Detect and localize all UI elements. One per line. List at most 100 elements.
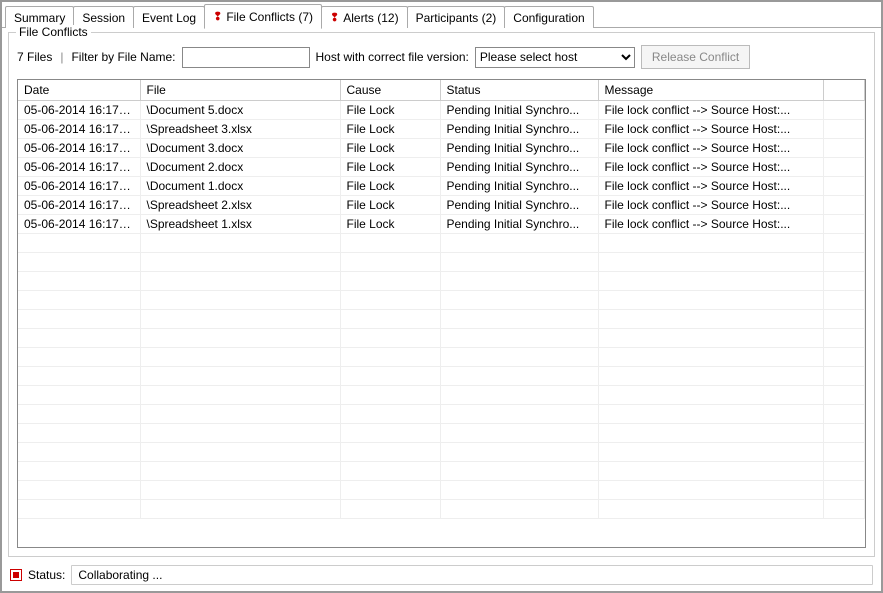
alert-icon: ❢ bbox=[213, 9, 222, 25]
table-row[interactable]: 05-06-2014 16:17:10\Spreadsheet 3.xlsxFi… bbox=[18, 120, 865, 139]
table-row[interactable]: 05-06-2014 16:17:10\Document 5.docxFile … bbox=[18, 101, 865, 120]
table-row-empty bbox=[18, 367, 865, 386]
table-row[interactable]: 05-06-2014 16:17:10\Document 3.docxFile … bbox=[18, 139, 865, 158]
cell-extra bbox=[823, 139, 865, 158]
tab-label: Event Log bbox=[142, 10, 196, 26]
toolbar: 7 Files | Filter by File Name: Host with… bbox=[9, 33, 874, 75]
table-row-empty bbox=[18, 500, 865, 519]
conflicts-table-wrap: Date File Cause Status Message 05-06-201… bbox=[17, 79, 866, 548]
cell-date: 05-06-2014 16:17:10 bbox=[18, 196, 140, 215]
table-row-empty bbox=[18, 386, 865, 405]
cell-file: \Document 1.docx bbox=[140, 177, 340, 196]
cell-cause: File Lock bbox=[340, 101, 440, 120]
col-header-message[interactable]: Message bbox=[598, 80, 823, 101]
cell-cause: File Lock bbox=[340, 120, 440, 139]
tab-label: Session bbox=[82, 10, 125, 26]
cell-date: 05-06-2014 16:17:10 bbox=[18, 215, 140, 234]
cell-date: 05-06-2014 16:17:10 bbox=[18, 120, 140, 139]
cell-file: \Spreadsheet 3.xlsx bbox=[140, 120, 340, 139]
cell-file: \Document 5.docx bbox=[140, 101, 340, 120]
filter-input[interactable] bbox=[182, 47, 310, 68]
status-indicator-icon bbox=[10, 569, 22, 581]
cell-date: 05-06-2014 16:17:10 bbox=[18, 139, 140, 158]
cell-cause: File Lock bbox=[340, 139, 440, 158]
cell-status: Pending Initial Synchro... bbox=[440, 101, 598, 120]
table-row-empty bbox=[18, 424, 865, 443]
table-row[interactable]: 05-06-2014 16:17:10\Spreadsheet 2.xlsxFi… bbox=[18, 196, 865, 215]
cell-message: File lock conflict --> Source Host:... bbox=[598, 196, 823, 215]
cell-status: Pending Initial Synchro... bbox=[440, 177, 598, 196]
host-select[interactable]: Please select host bbox=[475, 47, 635, 68]
cell-date: 05-06-2014 16:17:10 bbox=[18, 177, 140, 196]
table-row-empty bbox=[18, 329, 865, 348]
table-row-empty bbox=[18, 272, 865, 291]
table-row[interactable]: 05-06-2014 16:17:10\Document 2.docxFile … bbox=[18, 158, 865, 177]
cell-status: Pending Initial Synchro... bbox=[440, 158, 598, 177]
table-row-empty bbox=[18, 462, 865, 481]
table-row-empty bbox=[18, 291, 865, 310]
panel-title: File Conflicts bbox=[16, 25, 91, 39]
status-label: Status: bbox=[28, 568, 65, 582]
alert-icon: ❢ bbox=[330, 10, 339, 26]
tab-label: Alerts (12) bbox=[343, 10, 398, 26]
file-count-label: 7 Files bbox=[17, 50, 52, 64]
cell-message: File lock conflict --> Source Host:... bbox=[598, 101, 823, 120]
cell-message: File lock conflict --> Source Host:... bbox=[598, 120, 823, 139]
tab-event-log[interactable]: Event Log bbox=[133, 6, 205, 28]
tab-participants-2[interactable]: Participants (2) bbox=[407, 6, 506, 28]
status-value: Collaborating ... bbox=[71, 565, 873, 585]
table-row-empty bbox=[18, 310, 865, 329]
host-select-label: Host with correct file version: bbox=[316, 50, 469, 64]
table-row-empty bbox=[18, 443, 865, 462]
col-header-status[interactable]: Status bbox=[440, 80, 598, 101]
file-conflicts-panel: File Conflicts 7 Files | Filter by File … bbox=[8, 32, 875, 557]
table-row[interactable]: 05-06-2014 16:17:10\Spreadsheet 1.xlsxFi… bbox=[18, 215, 865, 234]
col-header-cause[interactable]: Cause bbox=[340, 80, 440, 101]
cell-cause: File Lock bbox=[340, 196, 440, 215]
cell-extra bbox=[823, 158, 865, 177]
table-body: 05-06-2014 16:17:10\Document 5.docxFile … bbox=[18, 101, 865, 519]
cell-extra bbox=[823, 196, 865, 215]
cell-date: 05-06-2014 16:17:10 bbox=[18, 101, 140, 120]
tab-label: Configuration bbox=[513, 10, 584, 26]
cell-message: File lock conflict --> Source Host:... bbox=[598, 177, 823, 196]
cell-extra bbox=[823, 177, 865, 196]
cell-status: Pending Initial Synchro... bbox=[440, 139, 598, 158]
cell-status: Pending Initial Synchro... bbox=[440, 196, 598, 215]
tab-label: Summary bbox=[14, 10, 65, 26]
cell-file: \Spreadsheet 1.xlsx bbox=[140, 215, 340, 234]
table-row-empty bbox=[18, 234, 865, 253]
release-conflict-button[interactable]: Release Conflict bbox=[641, 45, 750, 69]
table-row-empty bbox=[18, 481, 865, 500]
col-header-file[interactable]: File bbox=[140, 80, 340, 101]
tab-label: Participants (2) bbox=[416, 10, 497, 26]
cell-status: Pending Initial Synchro... bbox=[440, 215, 598, 234]
tab-configuration[interactable]: Configuration bbox=[504, 6, 593, 28]
cell-cause: File Lock bbox=[340, 158, 440, 177]
filter-label: Filter by File Name: bbox=[71, 50, 175, 64]
cell-message: File lock conflict --> Source Host:... bbox=[598, 215, 823, 234]
tab-file-conflicts-7[interactable]: ❢File Conflicts (7) bbox=[204, 4, 322, 29]
tab-bar: SummarySessionEvent Log❢File Conflicts (… bbox=[2, 4, 881, 28]
cell-cause: File Lock bbox=[340, 215, 440, 234]
cell-message: File lock conflict --> Source Host:... bbox=[598, 139, 823, 158]
cell-date: 05-06-2014 16:17:10 bbox=[18, 158, 140, 177]
cell-extra bbox=[823, 215, 865, 234]
status-bar: Status: Collaborating ... bbox=[2, 561, 881, 591]
toolbar-separator: | bbox=[60, 50, 63, 64]
tab-alerts-12[interactable]: ❢Alerts (12) bbox=[321, 6, 408, 28]
cell-file: \Document 2.docx bbox=[140, 158, 340, 177]
table-row-empty bbox=[18, 348, 865, 367]
cell-cause: File Lock bbox=[340, 177, 440, 196]
table-row-empty bbox=[18, 253, 865, 272]
table-header-row: Date File Cause Status Message bbox=[18, 80, 865, 101]
cell-file: \Document 3.docx bbox=[140, 139, 340, 158]
table-row-empty bbox=[18, 405, 865, 424]
col-header-extra[interactable] bbox=[823, 80, 865, 101]
tab-label: File Conflicts (7) bbox=[226, 9, 313, 25]
table-row[interactable]: 05-06-2014 16:17:10\Document 1.docxFile … bbox=[18, 177, 865, 196]
cell-extra bbox=[823, 120, 865, 139]
cell-status: Pending Initial Synchro... bbox=[440, 120, 598, 139]
conflicts-table: Date File Cause Status Message 05-06-201… bbox=[18, 80, 865, 519]
col-header-date[interactable]: Date bbox=[18, 80, 140, 101]
